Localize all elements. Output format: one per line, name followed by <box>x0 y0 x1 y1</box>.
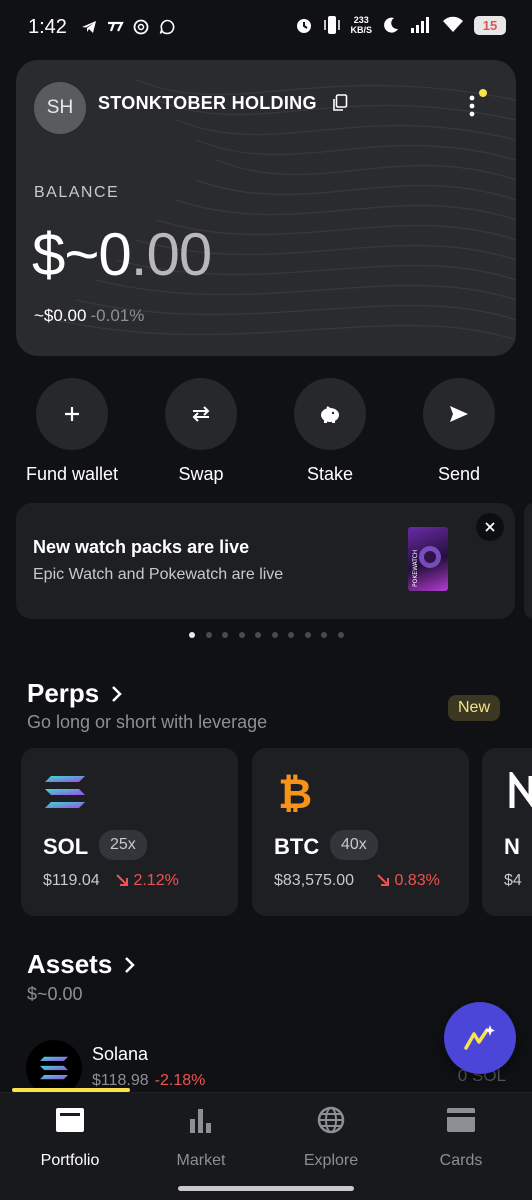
balance-amount: $~0.00 <box>32 221 212 288</box>
solana-icon <box>45 776 85 808</box>
assets-total: $~0.00 <box>27 984 83 1004</box>
watch-pack-image: POKEWATCH <box>408 527 448 591</box>
sparkle-chart-icon <box>464 1025 495 1050</box>
piggy-bank-icon <box>321 406 339 423</box>
fund-wallet-button[interactable]: Fund wallet <box>7 378 137 485</box>
signal-icon <box>411 17 429 33</box>
home-indicator <box>178 1186 354 1191</box>
svg-text:POKEWATCH: POKEWATCH <box>412 550 419 587</box>
nav-market[interactable]: Market <box>136 1105 266 1170</box>
leverage-badge: 25x <box>99 830 147 860</box>
close-icon[interactable] <box>476 513 504 541</box>
chatgpt-icon <box>133 19 149 35</box>
carousel-dot[interactable] <box>321 632 327 638</box>
perp-card-btc[interactable]: ₿ BTC 40x $83,575.00 0.83% <box>252 748 469 916</box>
bitcoin-icon: ₿ <box>278 772 312 812</box>
card-icon <box>447 1108 475 1132</box>
perp-change: 0.83% <box>376 872 440 890</box>
carousel-dot[interactable] <box>288 632 294 638</box>
stake-button[interactable]: Stake <box>265 378 395 485</box>
globe-icon <box>317 1106 345 1134</box>
ai-assistant-button[interactable] <box>444 1002 516 1074</box>
balance-card[interactable]: SH STONKTOBER HOLDING BALANCE $~0.00 ~$0… <box>16 60 516 356</box>
arrow-down-right-icon <box>116 874 128 886</box>
telegram-icon <box>82 21 96 33</box>
status-bar: 1:42 233 KB/S 15 <box>0 0 532 56</box>
nav-cards[interactable]: Cards <box>396 1105 526 1170</box>
vibrate-icon <box>324 16 341 34</box>
chat-bubble-icon <box>159 19 175 35</box>
balance-change: ~$0.00 -0.01% <box>34 306 145 325</box>
promo-banner[interactable]: New watch packs are live Epic Watch and … <box>16 503 515 619</box>
near-icon <box>509 772 532 808</box>
swap-button[interactable]: Swap <box>136 378 266 485</box>
arrow-down-right-icon <box>377 874 389 886</box>
more-options-icon[interactable] <box>466 88 494 120</box>
copy-icon[interactable] <box>332 94 348 112</box>
perp-card-sol[interactable]: SOL 25x $119.04 2.12% <box>21 748 238 916</box>
perps-heading[interactable]: Perps <box>27 678 123 709</box>
next-promo-card[interactable] <box>524 503 532 619</box>
carousel-dot[interactable] <box>238 632 245 638</box>
carousel-dot[interactable] <box>222 632 228 638</box>
promo-title: New watch packs are live <box>33 537 250 557</box>
send-button[interactable]: Send <box>394 378 524 485</box>
carousel-dot[interactable] <box>304 632 311 638</box>
status-time: 1:42 <box>28 16 67 38</box>
promo-subtitle: Epic Watch and Pokewatch are live <box>33 566 284 583</box>
bar-chart-icon <box>190 1109 211 1133</box>
asset-name: Solana <box>92 1044 149 1064</box>
bottom-navigation: Portfolio Market Explore Cards <box>0 1092 532 1200</box>
swap-arrows-icon <box>192 406 210 422</box>
perp-symbol: SOL <box>43 834 89 859</box>
carousel-dot[interactable] <box>337 632 344 638</box>
perp-symbol: BTC <box>274 834 320 859</box>
nav-portfolio[interactable]: Portfolio <box>5 1105 135 1170</box>
moon-icon <box>384 17 398 33</box>
balance-label: BALANCE <box>34 184 120 201</box>
perp-card-near[interactable]: N $4 <box>482 748 532 916</box>
leverage-badge: 40x <box>330 830 378 860</box>
carousel-dot[interactable] <box>189 632 195 638</box>
chevron-right-icon <box>125 956 136 973</box>
alarm-icon <box>297 19 312 33</box>
nav-explore[interactable]: Explore <box>266 1105 396 1170</box>
account-name[interactable]: STONKTOBER HOLDING <box>98 93 317 114</box>
perps-subtitle: Go long or short with leverage <box>27 712 268 732</box>
perp-price: $119.04 <box>43 872 100 889</box>
new-badge: New <box>448 695 501 721</box>
carousel-dot[interactable] <box>205 632 212 638</box>
send-arrow-icon <box>450 406 468 422</box>
carousel-dot[interactable] <box>255 632 261 638</box>
plus-icon <box>65 407 79 421</box>
avatar[interactable]: SH <box>34 82 86 134</box>
app-notification-icon <box>108 21 124 32</box>
carousel-dot[interactable] <box>271 632 278 638</box>
portfolio-icon <box>56 1108 84 1132</box>
list-item[interactable]: Solana $118.98 -2.18% 0 SOL <box>26 1040 516 1096</box>
assets-heading[interactable]: Assets <box>27 949 136 980</box>
chevron-right-icon <box>112 685 123 702</box>
net-speed: 233 KB/S <box>350 15 372 35</box>
perp-price: $4 <box>504 872 522 889</box>
svg-text:₿: ₿ <box>278 772 312 812</box>
perp-change: 2.12% <box>115 872 179 890</box>
perp-symbol: N <box>504 834 520 859</box>
battery-indicator: 15 <box>474 15 506 35</box>
perp-price: $83,575.00 <box>274 872 355 889</box>
wifi-icon <box>443 16 463 32</box>
